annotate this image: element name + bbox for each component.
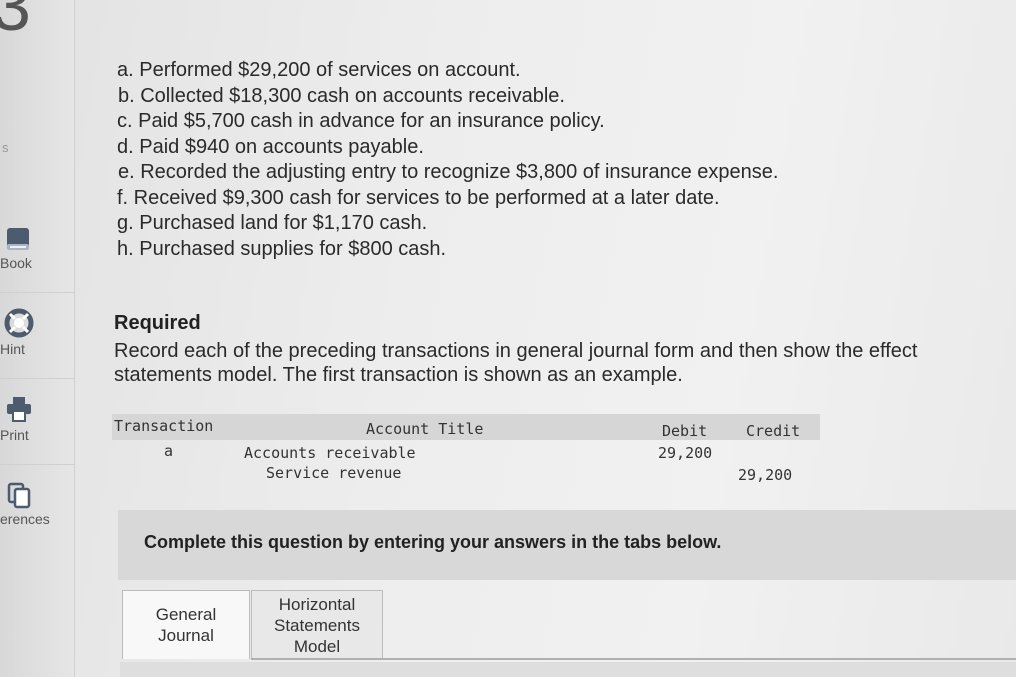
sidebar-item-label: Print [0,427,29,443]
header-transaction: Transaction [114,417,214,435]
copy-icon [7,482,31,509]
instructions: Record each of the preceding transaction… [114,339,1016,387]
instruction-banner-text: Complete this question by entering your … [144,532,722,552]
transaction-list: a. Performed $29,200 of services on acco… [117,58,779,262]
sidebar-item-references[interactable]: erences [0,464,74,550]
sidebar-item-label: Hint [0,341,25,357]
instructions-line: statements model. The first transaction … [114,364,683,386]
sidebar-item-print[interactable]: Print [0,378,74,465]
sidebar-item-book[interactable]: Book [0,206,74,293]
tab-label: General Journal [155,605,217,645]
page: 3 s Book Hint Print erences a. Performed… [0,0,1016,677]
printer-icon [7,397,31,422]
cell-transaction: a [164,442,174,460]
table-row: Service revenue 29,200 [112,462,820,484]
table-row: a Accounts receivable 29,200 [112,440,820,462]
instructions-line: Record each of the preceding transaction… [114,340,918,362]
sidebar: 3 s Book Hint Print erences [0,0,75,677]
sidebar-item-label: Book [0,255,32,271]
cell-credit: 29,200 [738,466,793,484]
sidebar-item-hint[interactable]: Hint [0,292,74,379]
example-table: Transaction Account Title Debit Credit a… [112,414,820,488]
cell-account: Service revenue [266,464,402,482]
cell-account: Accounts receivable [244,444,416,462]
tab-general-journal[interactable]: General Journal [122,590,250,659]
list-item: e. Recorded the adjusting entry to recog… [118,161,779,183]
tab-horizontal-statements-model[interactable]: Horizontal Statements Model [251,590,383,660]
book-icon [7,228,29,250]
header-credit: Credit [746,422,801,440]
tab-label: Horizontal Statements Model [274,594,360,656]
table-header: Transaction Account Title Debit Credit [112,414,820,440]
list-item: a. Performed $29,200 of services on acco… [117,59,521,81]
tab-content-top [120,662,1016,677]
instruction-banner: Complete this question by entering your … [118,510,1016,580]
list-item: b. Collected $18,300 cash on accounts re… [118,84,565,107]
sidebar-partial-label: s [2,140,9,155]
answer-tabs: General Journal Horizontal Statements Mo… [120,590,1016,677]
lifebuoy-icon [4,308,34,338]
sidebar-item-label: erences [0,511,50,527]
question-number: 3 [0,0,31,45]
list-item: d. Paid $940 on accounts payable. [117,135,424,158]
header-debit: Debit [662,422,708,440]
list-item: f. Received $9,300 cash for services to … [117,186,720,209]
required-heading: Required [114,312,201,334]
header-account-title: Account Title [366,420,484,438]
list-item: g. Purchased land for $1,170 cash. [117,212,428,234]
list-item: c. Paid $5,700 cash in advance for an in… [117,110,605,132]
list-item: h. Purchased supplies for $800 cash. [117,237,447,260]
cell-debit: 29,200 [658,444,713,462]
tab-divider [251,658,1016,660]
